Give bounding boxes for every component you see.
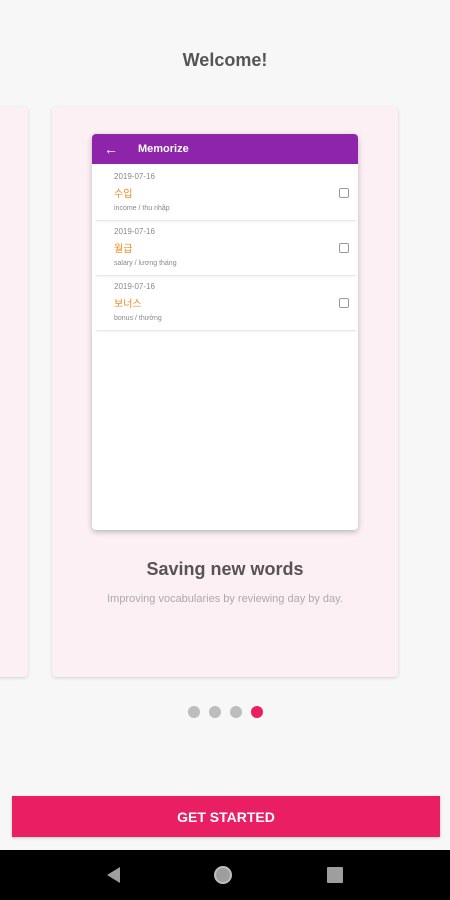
list-item: 2019-07-16 수입 income / thu nhập: [96, 166, 356, 221]
onboarding-slide-card[interactable]: ← Memorize 2019-07-16 수입 income / thu nh…: [52, 107, 398, 677]
word-meaning: income / thu nhập: [114, 205, 170, 212]
preview-app-bar: ← Memorize: [92, 134, 358, 164]
page-dot[interactable]: [187, 706, 200, 718]
list-item: 2019-07-16 보너스 bonus / thưởng: [96, 276, 356, 331]
page-dot-active[interactable]: [250, 706, 263, 718]
previous-slide-card[interactable]: [0, 107, 28, 677]
page-title: Welcome!: [182, 50, 268, 70]
page-indicator: [0, 706, 450, 718]
word-date: 2019-07-16: [114, 227, 155, 236]
word-date: 2019-07-16: [114, 282, 155, 291]
app-preview-screenshot: ← Memorize 2019-07-16 수입 income / thu nh…: [92, 134, 358, 530]
list-item: 2019-07-16 월급 salary / lương tháng: [96, 221, 356, 276]
get-started-button[interactable]: GET STARTED: [12, 796, 440, 837]
nav-recents-icon[interactable]: [326, 867, 343, 883]
word-date: 2019-07-16: [114, 172, 155, 181]
checkbox-icon: [339, 298, 349, 308]
preview-word-list: 2019-07-16 수입 income / thu nhập 2019-07-…: [92, 164, 358, 331]
slide-description: Improving vocabularies by reviewing day …: [107, 593, 343, 605]
word-korean: 월급: [114, 244, 133, 255]
checkbox-icon: [339, 188, 349, 198]
nav-home-icon[interactable]: [214, 866, 233, 884]
checkbox-icon: [339, 243, 349, 253]
word-meaning: bonus / thưởng: [114, 315, 162, 322]
word-korean: 보너스: [114, 299, 142, 310]
word-korean: 수입: [114, 189, 133, 200]
back-arrow-icon: ←: [104, 141, 118, 157]
word-meaning: salary / lương tháng: [114, 260, 177, 267]
page-dot[interactable]: [208, 706, 221, 718]
page-dot[interactable]: [229, 706, 242, 718]
nav-back-icon[interactable]: [107, 867, 121, 883]
preview-app-title: Memorize: [138, 143, 189, 155]
slide-heading: Saving new words: [146, 559, 304, 579]
system-navigation-bar: [0, 850, 450, 900]
